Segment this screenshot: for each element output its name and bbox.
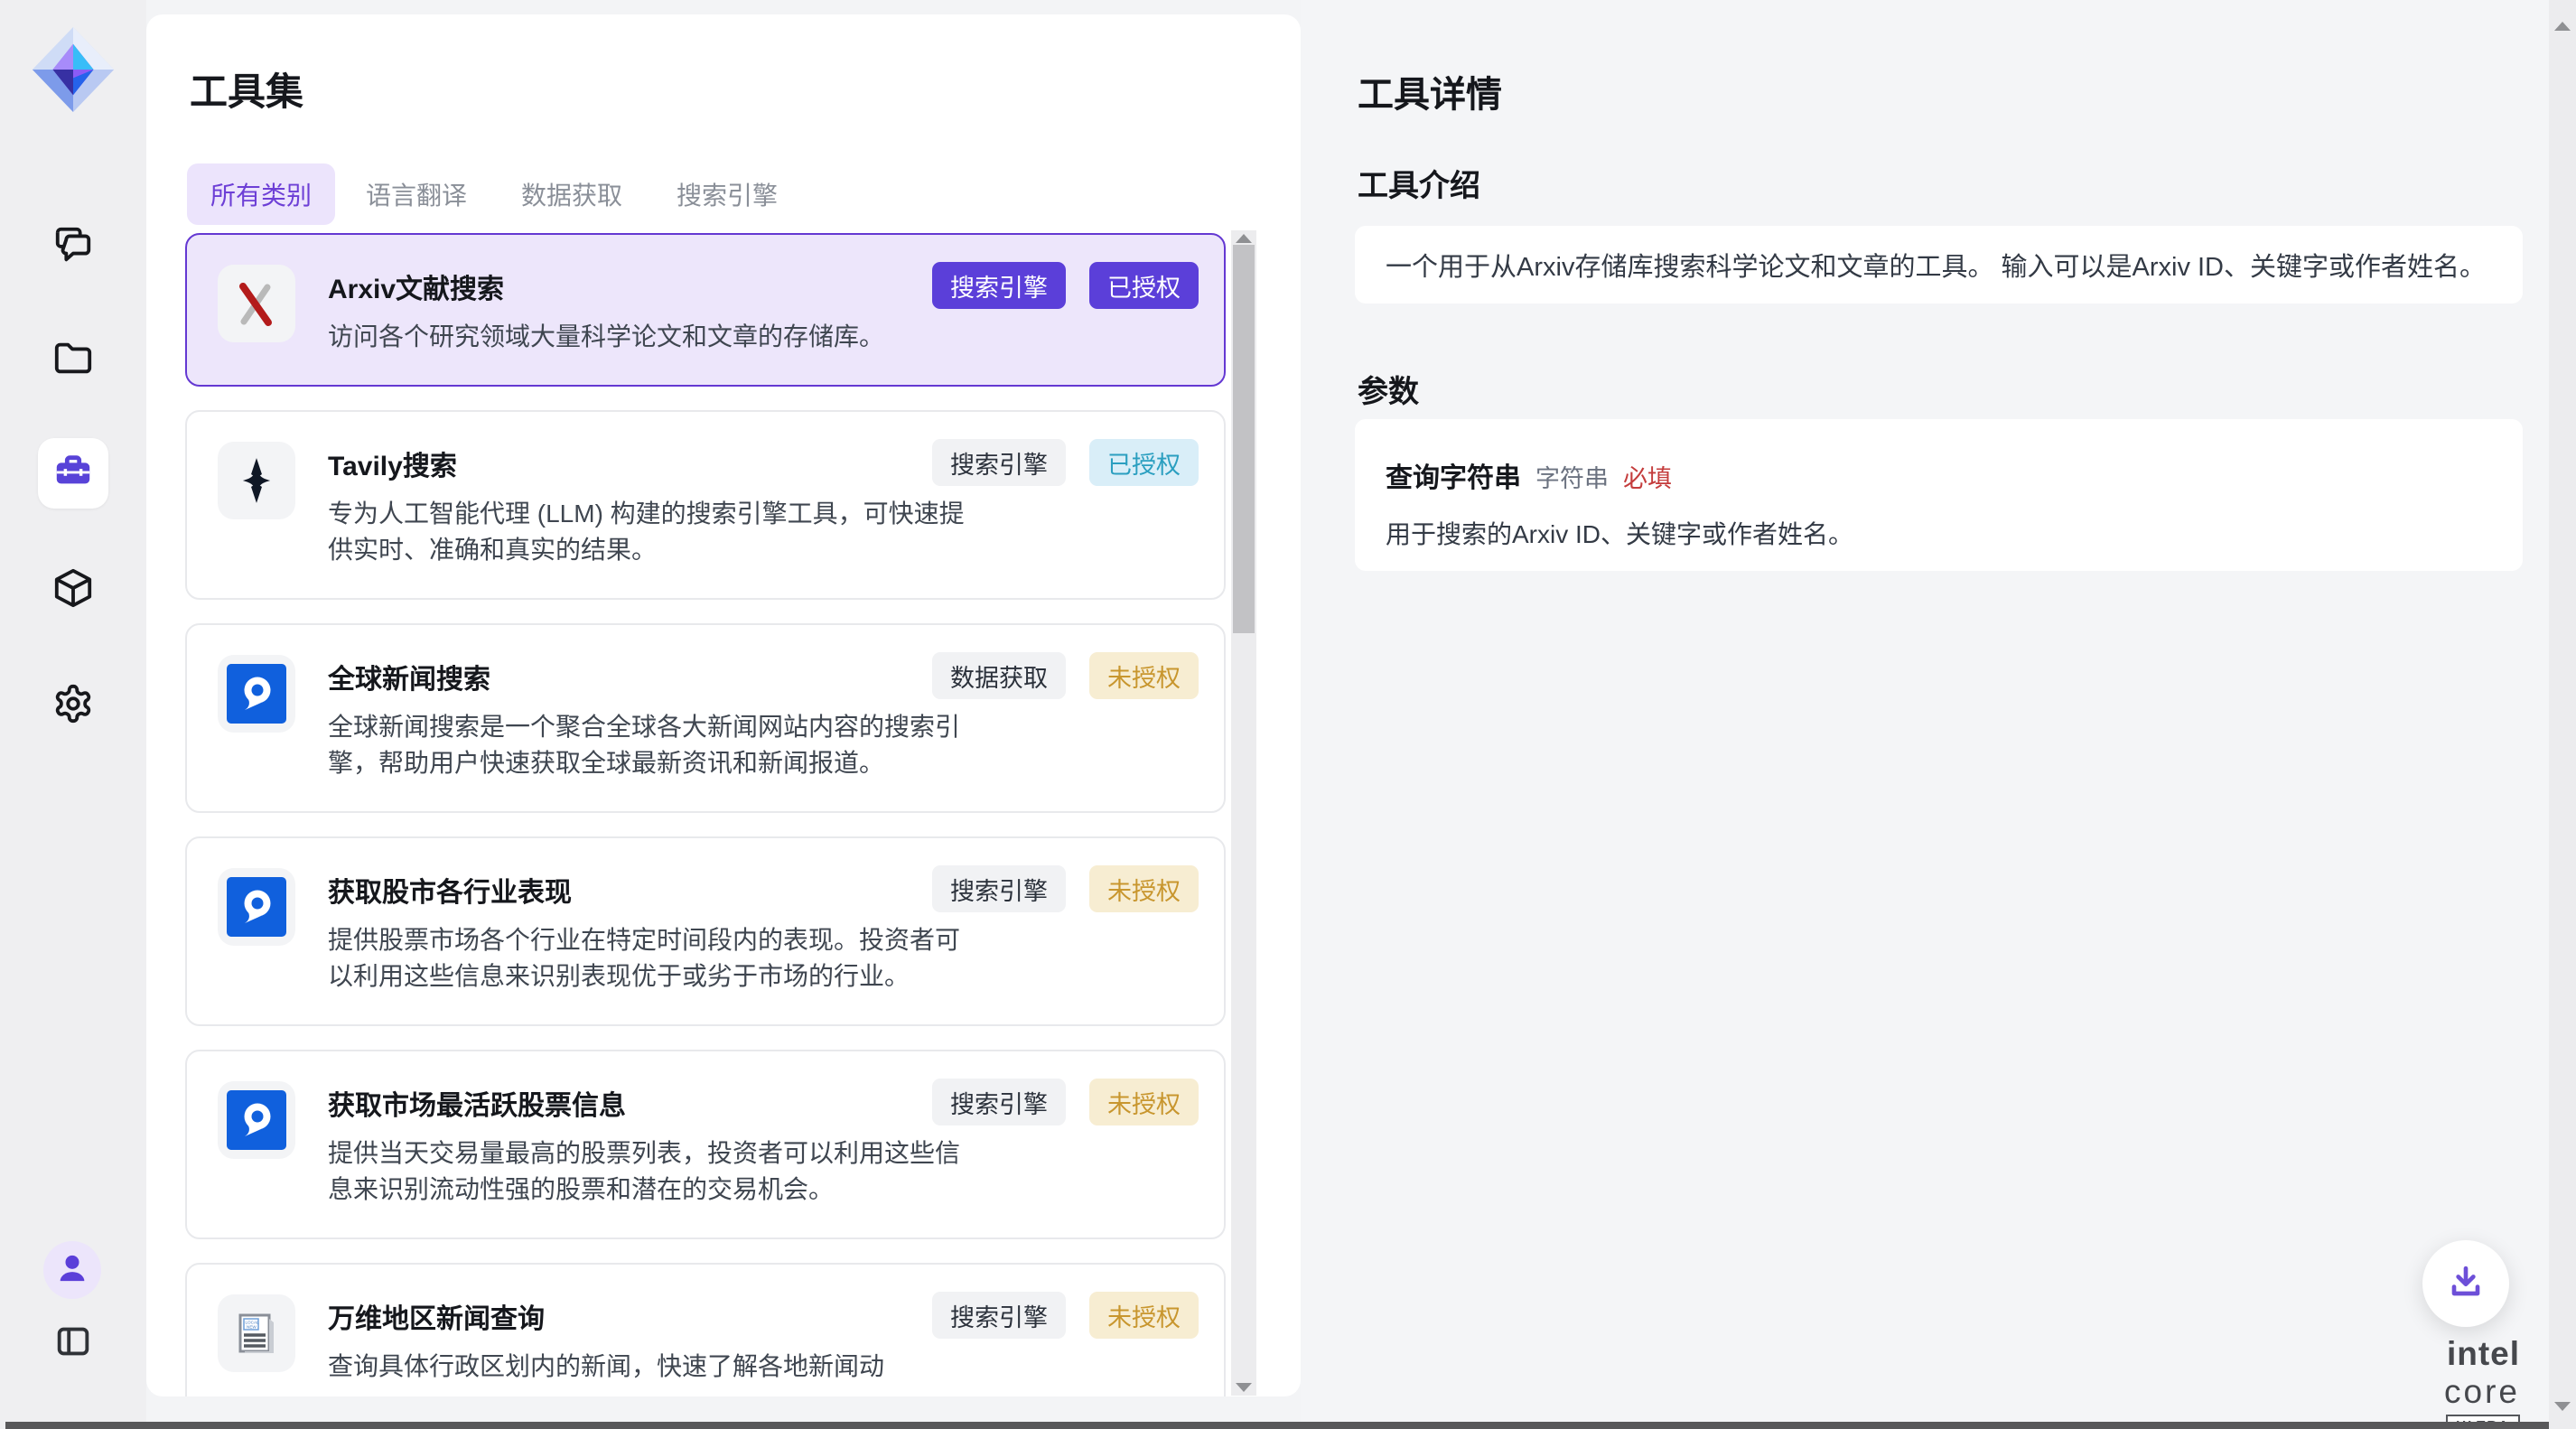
arxiv-icon (218, 265, 295, 342)
window-horizontal-scrollbar[interactable] (5, 1422, 2549, 1429)
tool-card-title: Tavily搜索 (328, 444, 971, 483)
params-heading: 参数 (1358, 367, 1419, 411)
parameter-name: 查询字符串 (1386, 455, 1521, 495)
tools-panel-title: 工具集 (190, 61, 303, 117)
tab-1[interactable]: 语言翻译 (342, 163, 490, 225)
tool-card-description: 提供股票市场各个行业在特定时间段内的表现。投资者可以利用这些信息来识别表现优于或… (328, 922, 971, 995)
tool-card-description: 访问各个研究领域大量科学论文和文章的存储库。 (328, 319, 971, 355)
tab-3[interactable]: 搜索引擎 (653, 163, 801, 225)
collapse-sidebar-button[interactable] (51, 1321, 96, 1366)
tool-card-list: Arxiv文献搜索 访问各个研究领域大量科学论文和文章的存储库。 搜索引擎 已授… (185, 233, 1226, 1396)
gear-icon (52, 683, 94, 729)
tool-list-scrollbar-thumb[interactable] (1233, 245, 1255, 633)
scroll-down-arrow-icon[interactable] (1236, 1383, 1252, 1392)
tool-category-badge: 搜索引擎 (932, 1292, 1066, 1339)
intel-core-logo: intel core ULTRA (2375, 1335, 2520, 1429)
tool-auth-badge[interactable]: 未授权 (1089, 1292, 1199, 1339)
sidebar (0, 0, 146, 1429)
svg-text:NEW: NEW (247, 1325, 257, 1330)
local-news-icon: LOCAL NEW (218, 1294, 295, 1372)
panel-toggle-icon (52, 1321, 94, 1367)
tool-category-badge: 搜索引擎 (932, 1079, 1066, 1125)
tool-list-scrollbar[interactable] (1231, 230, 1256, 1396)
tool-card-title: 获取市场最活跃股票信息 (328, 1083, 971, 1123)
sidebar-item-chat[interactable] (51, 224, 96, 269)
parameter-description: 用于搜索的Arxiv ID、关键字或作者姓名。 (1386, 515, 2492, 551)
tool-auth-badge[interactable]: 未授权 (1089, 865, 1199, 912)
intro-text: 一个用于从Arxiv存储库搜索科学论文和文章的工具。 输入可以是Arxiv ID… (1386, 246, 2486, 284)
tool-category-badge: 搜索引擎 (932, 262, 1066, 309)
sidebar-item-settings[interactable] (51, 683, 96, 728)
tab-0[interactable]: 所有类别 (187, 163, 335, 225)
person-icon (54, 1250, 90, 1291)
tool-card-description: 全球新闻搜索是一个聚合全球各大新闻网站内容的搜索引擎，帮助用户快速获取全球最新资… (328, 709, 971, 781)
tavily-star-icon (218, 442, 295, 519)
brand-intel: intel (2447, 1335, 2520, 1372)
tool-auth-badge[interactable]: 已授权 (1089, 262, 1199, 309)
sidebar-item-models[interactable] (51, 567, 96, 612)
cube-icon (52, 567, 94, 613)
app-logo (31, 25, 116, 114)
window-scroll-up-icon[interactable] (2554, 22, 2571, 31)
tool-auth-badge[interactable]: 未授权 (1089, 1079, 1199, 1125)
tool-card-title: 万维地区新闻查询 (328, 1296, 971, 1336)
parameter-required-badge: 必填 (1623, 459, 1672, 494)
tool-card[interactable]: 获取市场最活跃股票信息 提供当天交易量最高的股票列表，投资者可以利用这些信息来识… (185, 1050, 1226, 1239)
tool-category-badge: 数据获取 (932, 652, 1066, 699)
tool-card[interactable]: LOCAL NEW 万维地区新闻查询 查询具体行政区划内的新闻，快速了解各地新闻… (185, 1263, 1226, 1396)
tool-card[interactable]: Arxiv文献搜索 访问各个研究领域大量科学论文和文章的存储库。 搜索引擎 已授… (185, 233, 1226, 387)
brand-core: core (2444, 1373, 2520, 1410)
news-api-icon (218, 868, 295, 946)
folder-icon (52, 337, 94, 383)
tool-card-title: 全球新闻搜索 (328, 657, 971, 696)
tool-card-description: 提供当天交易量最高的股票列表，投资者可以利用这些信息来识别流动性强的股票和潜在的… (328, 1135, 971, 1208)
tool-card-title: 获取股市各行业表现 (328, 870, 971, 910)
parameter-type: 字符串 (1535, 459, 1609, 494)
tool-category-badge: 搜索引擎 (932, 439, 1066, 486)
tools-panel: 工具集 所有类别语言翻译数据获取搜索引擎 Arxiv文献搜索 访问各个研究领域大… (146, 14, 1301, 1396)
tool-details-panel: 工具详情 工具介绍 一个用于从Arxiv存储库搜索科学论文和文章的工具。 输入可… (1301, 0, 2549, 1429)
parameter-card: 查询字符串 字符串 必填 用于搜索的Arxiv ID、关键字或作者姓名。 (1355, 419, 2523, 571)
details-title: 工具详情 (1358, 65, 1502, 117)
download-button[interactable] (2422, 1240, 2509, 1327)
intro-card: 一个用于从Arxiv存储库搜索科学论文和文章的工具。 输入可以是Arxiv ID… (1355, 226, 2523, 304)
tool-category-badge: 搜索引擎 (932, 865, 1066, 912)
tool-auth-badge[interactable]: 未授权 (1089, 652, 1199, 699)
tab-2[interactable]: 数据获取 (498, 163, 646, 225)
window-scroll-down-icon[interactable] (2554, 1402, 2571, 1411)
tool-card[interactable]: 获取股市各行业表现 提供股票市场各个行业在特定时间段内的表现。投资者可以利用这些… (185, 836, 1226, 1026)
news-api-icon (218, 1081, 295, 1159)
download-icon (2442, 1258, 2489, 1310)
sidebar-item-files[interactable] (51, 337, 96, 382)
tool-card[interactable]: 全球新闻搜索 全球新闻搜索是一个聚合全球各大新闻网站内容的搜索引擎，帮助用户快速… (185, 623, 1226, 813)
tool-card-title: Arxiv文献搜索 (328, 266, 971, 306)
toolbox-icon (52, 451, 94, 497)
tool-card[interactable]: Tavily搜索 专为人工智能代理 (LLM) 构建的搜索引擎工具，可快速提供实… (185, 410, 1226, 600)
news-api-icon (218, 655, 295, 733)
sidebar-item-tools[interactable] (38, 438, 108, 509)
intro-heading: 工具介绍 (1358, 161, 1480, 205)
tool-auth-badge[interactable]: 已授权 (1089, 439, 1199, 486)
tool-card-description: 专为人工智能代理 (LLM) 构建的搜索引擎工具，可快速提供实时、准确和真实的结… (328, 496, 971, 568)
window-vertical-scrollbar[interactable] (2549, 0, 2576, 1429)
scroll-up-arrow-icon[interactable] (1236, 234, 1252, 243)
tool-card-description: 查询具体行政区划内的新闻，快速了解各地新闻动 (328, 1349, 971, 1385)
chat-icon (52, 224, 94, 270)
category-tabs: 所有类别语言翻译数据获取搜索引擎 (187, 165, 808, 223)
user-avatar[interactable] (43, 1241, 101, 1299)
